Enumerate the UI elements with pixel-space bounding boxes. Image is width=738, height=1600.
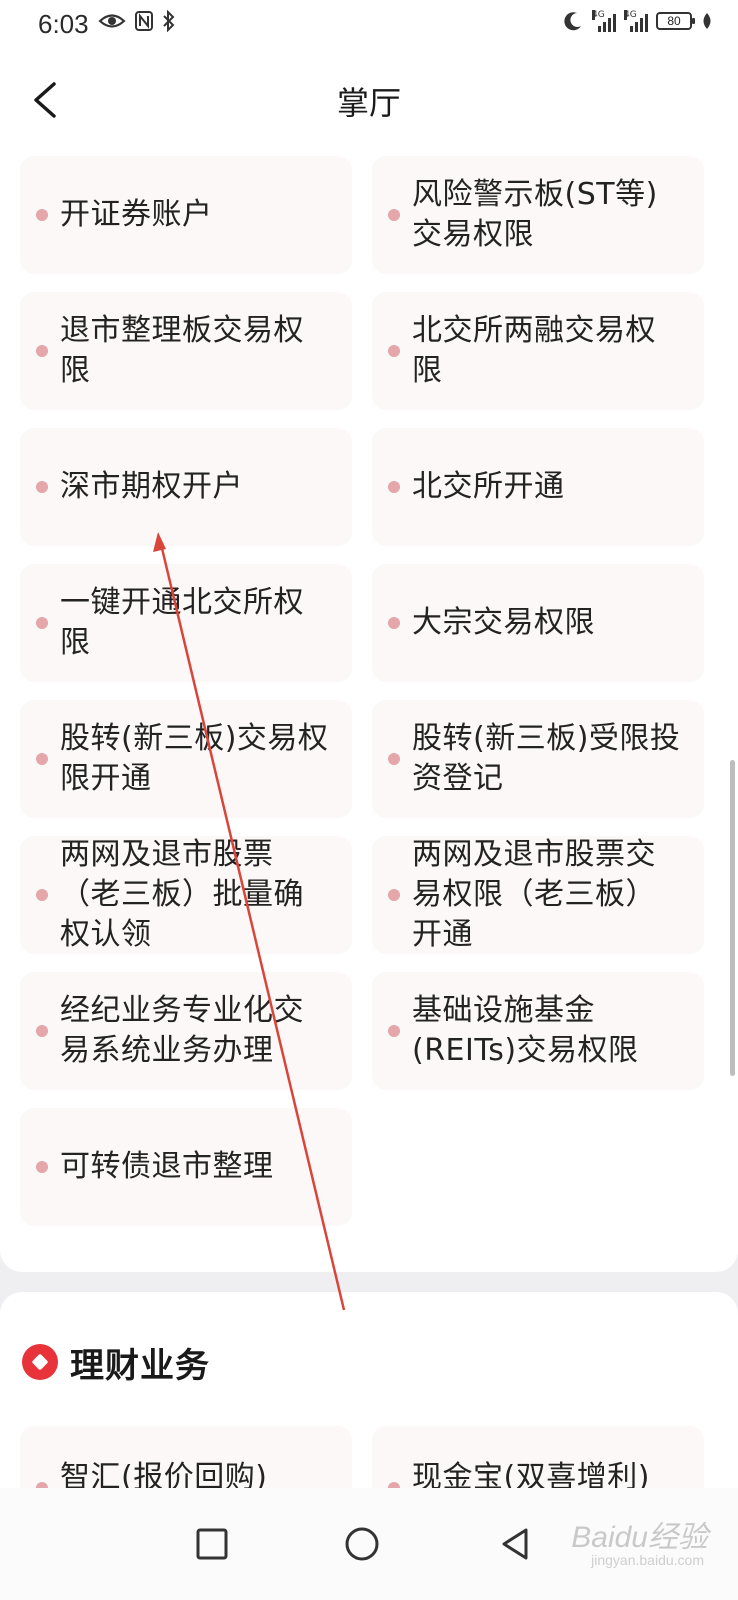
bullet-dot (388, 889, 400, 901)
eye-icon (98, 14, 126, 28)
card-block-trading[interactable]: 大宗交易权限 (372, 564, 704, 682)
bullet-dot (388, 481, 400, 493)
card-open-securities-account[interactable]: 开证券账户 (20, 156, 352, 274)
card-bse-open[interactable]: 北交所开通 (372, 428, 704, 546)
watermark: Baidu经验 (571, 1521, 708, 1554)
system-nav-bar: Baidu经验 jingyan.baidu.com (0, 1488, 738, 1600)
card-label: 可转债退市整理 (60, 1149, 274, 1184)
moon-icon (564, 12, 581, 31)
network-label: 4G (592, 10, 605, 20)
card-neeq-trading[interactable]: 股转(新三板)交易权限开通 (20, 700, 352, 818)
card-szse-options-account[interactable]: 深市期权开户 (20, 428, 352, 546)
permissions-panel: 开证券账户 风险警示板(ST等)交易权限 退市整理板交易权限 北交所两融交易权限… (0, 146, 738, 1272)
card-label: 基础设施基金(REITs)交易权限 (412, 993, 639, 1068)
card-professional-trading-system[interactable]: 经纪业务专业化交易系统业务办理 (20, 972, 352, 1090)
bullet-dot (36, 209, 48, 221)
bullet-dot (36, 481, 48, 493)
bullet-dot (388, 209, 400, 221)
card-delisting-board[interactable]: 退市整理板交易权限 (20, 292, 352, 410)
status-time: 6:03 (38, 9, 89, 39)
square-nav-icon (196, 1528, 228, 1560)
bullet-dot (36, 1025, 48, 1037)
signal-icon: 4G (624, 10, 648, 32)
card-label: 股转(新三板)交易权限开通 (60, 721, 329, 796)
card-old-third-board-trading[interactable]: 两网及退市股票交易权限（老三板）开通 (372, 836, 704, 954)
leaf-icon (703, 13, 711, 29)
watermark-url: jingyan.baidu.com (591, 1552, 704, 1568)
scrollbar[interactable] (730, 760, 735, 1076)
bullet-dot (36, 753, 48, 765)
card-label: 经纪业务专业化交易系统业务办理 (60, 993, 304, 1068)
card-label: 大宗交易权限 (412, 605, 595, 640)
card-neeq-restricted-registration[interactable]: 股转(新三板)受限投资登记 (372, 700, 704, 818)
card-label: 股转(新三板)受限投资登记 (412, 721, 681, 796)
card-label: 北交所两融交易权限 (412, 313, 656, 388)
card-one-click-bse[interactable]: 一键开通北交所权限 (20, 564, 352, 682)
bullet-dot (36, 345, 48, 357)
card-risk-warning-board[interactable]: 风险警示板(ST等)交易权限 (372, 156, 704, 274)
home-button[interactable] (338, 1520, 386, 1568)
status-bar: 6:03 4G 4G 80 (0, 0, 738, 52)
card-bse-margin-trading[interactable]: 北交所两融交易权限 (372, 292, 704, 410)
bullet-dot (388, 345, 400, 357)
card-label: 一键开通北交所权限 (60, 585, 304, 660)
card-label: 风险警示板(ST等)交易权限 (412, 177, 658, 252)
recent-apps-button[interactable] (188, 1520, 236, 1568)
bullet-dot (36, 1161, 48, 1173)
bullet-dot (388, 617, 400, 629)
bullet-dot (388, 753, 400, 765)
status-icons-right: 4G 4G 80 (562, 10, 714, 32)
bullet-dot (36, 889, 48, 901)
section-title: 理财业务 (70, 1346, 210, 1386)
card-label: 两网及退市股票交易权限（老三板）开通 (412, 837, 656, 952)
app-header: 掌厅 (0, 52, 738, 148)
card-label: 两网及退市股票（老三板）批量确权认领 (60, 837, 304, 952)
status-icons-left (98, 10, 176, 32)
card-convertible-bond-delisting[interactable]: 可转债退市整理 (20, 1108, 352, 1226)
card-reits-trading[interactable]: 基础设施基金(REITs)交易权限 (372, 972, 704, 1090)
bullet-dot (388, 1025, 400, 1037)
card-label: 深市期权开户 (60, 469, 243, 504)
card-label: 开证券账户 (60, 197, 213, 232)
back-nav-button[interactable] (492, 1520, 540, 1568)
circle-nav-icon (345, 1527, 379, 1561)
bullet-dot (36, 617, 48, 629)
diamond-icon (22, 1344, 58, 1380)
page-title: 掌厅 (336, 84, 401, 122)
card-label: 北交所开通 (412, 469, 565, 504)
nfc-icon (135, 11, 153, 31)
battery-icon: 80 (656, 12, 695, 30)
card-old-third-board-confirm[interactable]: 两网及退市股票（老三板）批量确权认领 (20, 836, 352, 954)
card-label: 退市整理板交易权限 (60, 313, 304, 388)
triangle-nav-icon (502, 1528, 528, 1560)
bluetooth-icon (163, 10, 175, 32)
signal-icon: 4G (592, 10, 616, 32)
network-label: 4G (624, 10, 637, 20)
